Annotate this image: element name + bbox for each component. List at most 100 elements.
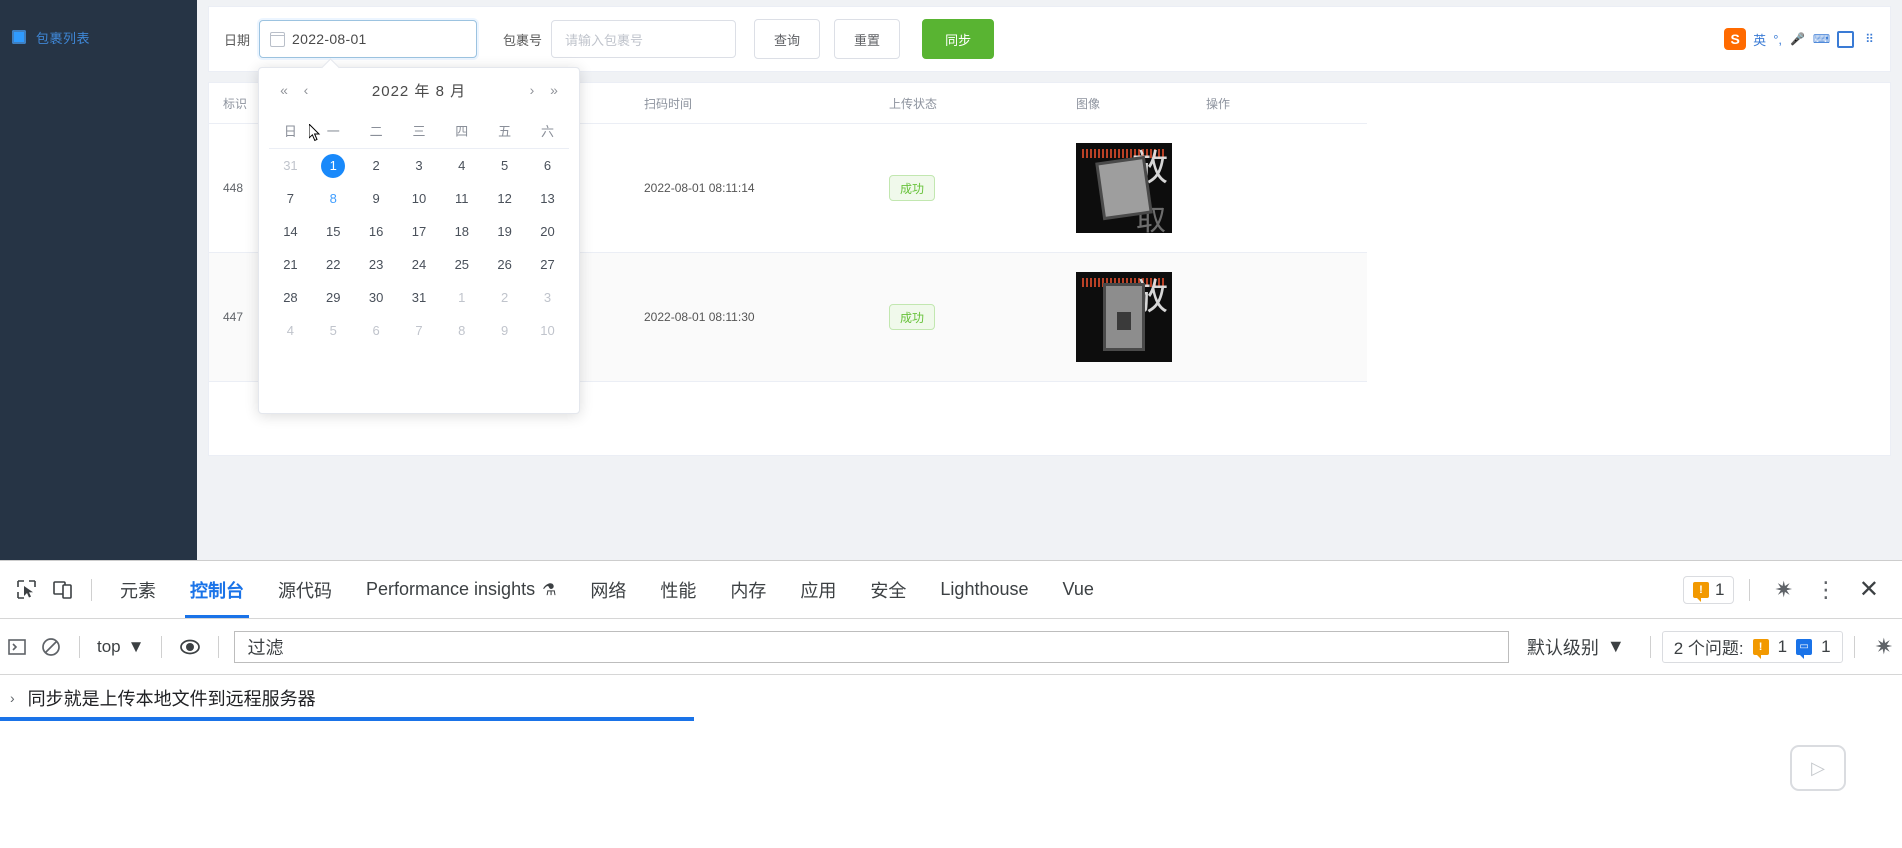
- col-header-time[interactable]: 扫码时间: [630, 83, 875, 124]
- date-input[interactable]: 2022-08-01: [259, 20, 478, 58]
- sidebar-item-package-list[interactable]: 包裹列表: [0, 22, 197, 52]
- video-play-icon[interactable]: ▷: [1790, 745, 1846, 791]
- calendar-day-3[interactable]: 3: [398, 149, 441, 183]
- calendar-day-4[interactable]: 4: [440, 149, 483, 183]
- gear-icon[interactable]: ✷: [1765, 577, 1801, 603]
- calendar-day-2[interactable]: 2: [483, 281, 526, 314]
- cell-action[interactable]: [1192, 123, 1367, 253]
- calendar-week-row: 21 22 23 24 25 26 27: [269, 248, 569, 281]
- issues-summary[interactable]: 2 个问题: ! 1 ▭ 1: [1661, 630, 1843, 663]
- tab-memory[interactable]: 内存: [713, 561, 783, 618]
- calendar-day-27[interactable]: 27: [526, 248, 569, 281]
- tab-network[interactable]: 网络: [573, 561, 643, 618]
- expand-arrow-icon[interactable]: ›: [10, 690, 15, 706]
- console-message[interactable]: › 同步就是上传本地文件到远程服务器: [0, 675, 1902, 721]
- calendar-day-1[interactable]: 1: [440, 281, 483, 314]
- calendar-day-25[interactable]: 25: [440, 248, 483, 281]
- issues-warning-badge[interactable]: ! 1: [1682, 575, 1735, 604]
- tab-security[interactable]: 安全: [853, 561, 923, 618]
- sogou-logo-icon[interactable]: S: [1724, 28, 1747, 50]
- panel-icon[interactable]: [1837, 30, 1854, 48]
- calendar-day-7[interactable]: 7: [398, 314, 441, 347]
- sync-button[interactable]: 同步: [922, 19, 995, 59]
- col-header-image[interactable]: 图像: [1062, 83, 1192, 124]
- device-toolbar-icon[interactable]: [44, 575, 80, 605]
- date-picker-popup[interactable]: « ‹ 2022 年 8 月 › » 日 一 二 三 四 五 六 31 1 2 …: [258, 67, 580, 414]
- cell-action[interactable]: [1192, 252, 1367, 382]
- next-month-button[interactable]: ›: [521, 82, 543, 98]
- tab-performance[interactable]: 性能: [643, 561, 713, 618]
- package-thumbnail[interactable]: 放 取: [1076, 143, 1172, 233]
- calendar-day-29[interactable]: 29: [312, 281, 355, 314]
- calendar-day-8[interactable]: 8: [312, 182, 355, 215]
- tab-console[interactable]: 控制台: [173, 561, 261, 618]
- reset-button[interactable]: 重置: [834, 19, 901, 59]
- calendar-day-31[interactable]: 31: [269, 149, 312, 183]
- calendar-day-4[interactable]: 4: [269, 314, 312, 347]
- calendar-day-10[interactable]: 10: [526, 314, 569, 347]
- ime-punctuation-toggle[interactable]: °,: [1773, 32, 1782, 47]
- calendar-day-18[interactable]: 18: [440, 215, 483, 248]
- calendar-day-3[interactable]: 3: [526, 281, 569, 314]
- col-header-status[interactable]: 上传状态: [875, 83, 1062, 124]
- calendar-day-5[interactable]: 5: [483, 149, 526, 183]
- close-icon[interactable]: ✕: [1850, 575, 1888, 604]
- calendar-day-8[interactable]: 8: [440, 314, 483, 347]
- apps-icon[interactable]: ⠿: [1861, 32, 1878, 47]
- tab-performance-insights[interactable]: Performance insights ⚗: [349, 561, 573, 618]
- console-settings-gear-icon[interactable]: ✷: [1866, 634, 1902, 660]
- calendar-day-21[interactable]: 21: [269, 248, 312, 281]
- eye-icon[interactable]: [173, 632, 207, 662]
- calendar-day-10[interactable]: 10: [398, 182, 441, 215]
- calendar-day-5[interactable]: 5: [312, 314, 355, 347]
- next-year-button[interactable]: »: [543, 82, 565, 98]
- package-thumbnail[interactable]: 放: [1076, 272, 1172, 362]
- prev-year-button[interactable]: «: [273, 82, 295, 98]
- calendar-day-14[interactable]: 14: [269, 215, 312, 248]
- clear-console-icon[interactable]: [34, 632, 68, 662]
- calendar-day-11[interactable]: 11: [440, 182, 483, 215]
- calendar-day-28[interactable]: 28: [269, 281, 312, 314]
- cell-image[interactable]: 放 取: [1062, 123, 1192, 253]
- calendar-day-30[interactable]: 30: [355, 281, 398, 314]
- execution-context-select[interactable]: top ▼: [91, 637, 150, 657]
- inspect-icon[interactable]: [8, 575, 44, 605]
- tab-elements[interactable]: 元素: [103, 561, 173, 618]
- calendar-day-9[interactable]: 9: [483, 314, 526, 347]
- ime-language-toggle[interactable]: 英: [1753, 30, 1766, 49]
- calendar-day-17[interactable]: 17: [398, 215, 441, 248]
- calendar-day-31[interactable]: 31: [398, 281, 441, 314]
- col-header-action[interactable]: 操作: [1192, 83, 1367, 124]
- calendar-day-24[interactable]: 24: [398, 248, 441, 281]
- calendar-day-26[interactable]: 26: [483, 248, 526, 281]
- calendar-day-12[interactable]: 12: [483, 182, 526, 215]
- console-sidebar-icon[interactable]: [0, 632, 34, 662]
- calendar-day-23[interactable]: 23: [355, 248, 398, 281]
- calendar-day-20[interactable]: 20: [526, 215, 569, 248]
- package-no-input[interactable]: 请输入包裹号: [551, 20, 737, 58]
- calendar-day-2[interactable]: 2: [355, 149, 398, 183]
- calendar-day-6[interactable]: 6: [526, 149, 569, 183]
- calendar-day-13[interactable]: 13: [526, 182, 569, 215]
- calendar-day-6[interactable]: 6: [355, 314, 398, 347]
- prev-month-button[interactable]: ‹: [295, 82, 317, 98]
- calendar-day-16[interactable]: 16: [355, 215, 398, 248]
- kebab-menu-icon[interactable]: ⋮: [1806, 577, 1846, 603]
- cell-image[interactable]: 放: [1062, 252, 1192, 382]
- calendar-day-19[interactable]: 19: [483, 215, 526, 248]
- console-filter-input[interactable]: 过滤: [234, 630, 1509, 663]
- ime-toolbar: S 英 °, 🎤 ⌨ ⠿: [1724, 28, 1890, 50]
- tab-vue[interactable]: Vue: [1046, 561, 1111, 618]
- tab-sources[interactable]: 源代码: [261, 561, 349, 618]
- log-level-select[interactable]: 默认级别 ▼: [1513, 634, 1639, 660]
- keyboard-icon[interactable]: ⌨: [1813, 32, 1830, 47]
- calendar-day-9[interactable]: 9: [355, 182, 398, 215]
- tab-application[interactable]: 应用: [783, 561, 853, 618]
- tab-lighthouse[interactable]: Lighthouse: [923, 561, 1045, 618]
- calendar-day-22[interactable]: 22: [312, 248, 355, 281]
- mic-icon[interactable]: 🎤: [1789, 32, 1806, 47]
- calendar-day-1[interactable]: 1: [312, 149, 355, 183]
- calendar-day-7[interactable]: 7: [269, 182, 312, 215]
- calendar-day-15[interactable]: 15: [312, 215, 355, 248]
- query-button[interactable]: 查询: [754, 19, 821, 59]
